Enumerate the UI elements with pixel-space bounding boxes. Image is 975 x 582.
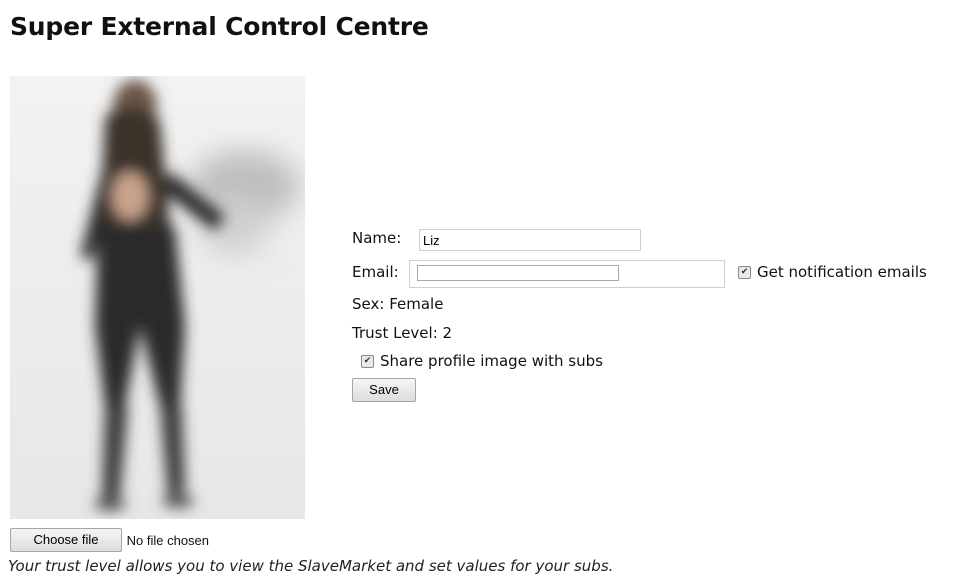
- save-button[interactable]: Save: [352, 378, 416, 402]
- email-row: Email:: [352, 263, 399, 281]
- sex-row: Sex: Female: [352, 295, 443, 313]
- notification-checkbox[interactable]: ✔: [738, 266, 751, 279]
- name-input[interactable]: [419, 229, 641, 251]
- email-input[interactable]: [409, 260, 725, 288]
- notification-label: Get notification emails: [757, 263, 927, 281]
- email-input-inner[interactable]: [417, 265, 619, 281]
- file-upload: Choose file No file chosen: [10, 528, 209, 552]
- trust-level-row: Trust Level: 2: [352, 324, 452, 342]
- name-row: Name:: [352, 229, 401, 247]
- trust-level-value: 2: [442, 324, 453, 342]
- trust-level-note: Your trust level allows you to view the …: [8, 557, 614, 575]
- sex-label: Sex:: [352, 295, 385, 313]
- share-checkbox[interactable]: ✔: [361, 355, 374, 368]
- share-label: Share profile image with subs: [380, 352, 603, 370]
- profile-photo: [10, 76, 305, 519]
- trust-level-label: Trust Level:: [352, 324, 438, 342]
- share-option: ✔ Share profile image with subs: [361, 352, 603, 370]
- notification-option: ✔ Get notification emails: [738, 263, 927, 281]
- page-title: Super External Control Centre: [10, 12, 429, 41]
- name-label: Name:: [352, 229, 402, 247]
- profile-photo-image: [10, 76, 305, 519]
- file-status: No file chosen: [126, 532, 210, 548]
- sex-value: Female: [389, 295, 444, 313]
- email-label: Email:: [352, 263, 399, 281]
- choose-file-button[interactable]: Choose file: [10, 528, 122, 552]
